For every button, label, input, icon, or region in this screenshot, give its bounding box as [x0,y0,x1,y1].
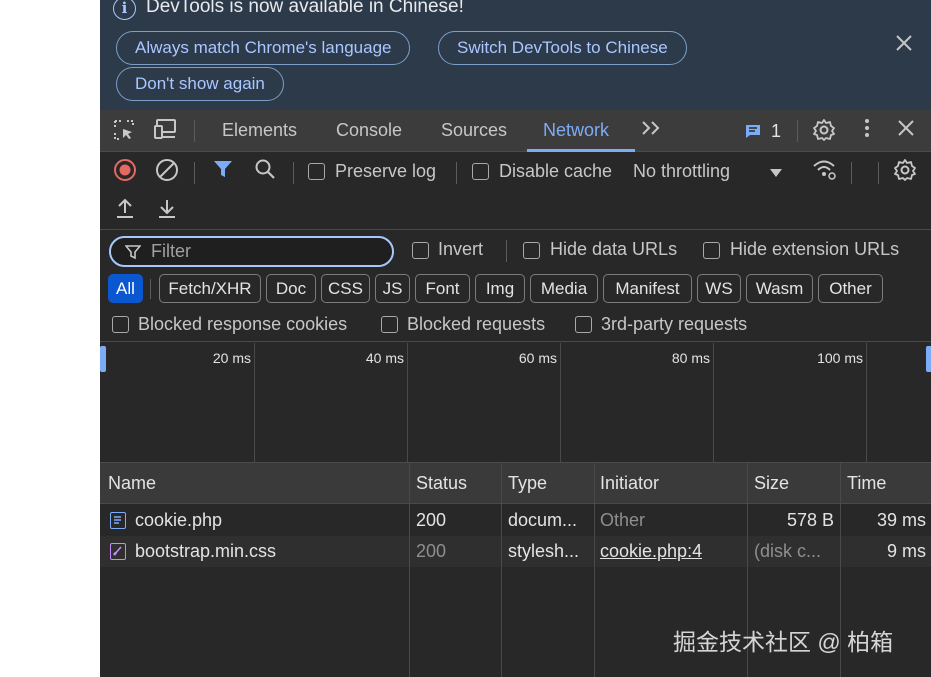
invert-label: Invert [438,239,484,259]
tab-elements[interactable]: Elements [222,110,297,152]
blocked-requests-checkbox[interactable] [381,316,398,333]
column-header-name[interactable]: Name [108,463,156,504]
issues-button[interactable]: 1 [744,118,781,144]
upload-icon[interactable] [111,197,139,225]
timeline-tick-label: 40 ms [365,350,404,366]
device-toolbar-icon[interactable] [152,118,180,144]
timeline-overview[interactable]: 20 ms 40 ms 60 ms 80 ms 100 ms [100,343,931,463]
timeline-left-handle[interactable] [100,346,106,372]
tab-network[interactable]: Network [543,110,609,152]
request-name: cookie.php [135,510,223,530]
type-filter-other[interactable]: Other [818,274,883,303]
clear-icon[interactable] [153,158,181,186]
disable-cache-label: Disable cache [499,161,613,181]
tab-sources[interactable]: Sources [441,110,507,152]
preserve-log-checkbox[interactable] [308,163,325,180]
request-type: stylesh... [508,541,580,561]
column-header-time[interactable]: Time [847,463,886,504]
filter-input[interactable] [151,238,381,265]
filter-funnel-icon [125,245,141,260]
search-icon[interactable] [251,158,279,186]
hide-extension-urls-label: Hide extension URLs [730,239,900,259]
timeline-tick-label: 20 ms [212,350,251,366]
issues-icon [746,125,760,138]
language-infobar: i DevTools is now available in Chinese! … [100,0,931,110]
column-header-type[interactable]: Type [508,463,547,504]
issues-count: 1 [771,121,782,141]
inspect-element-icon[interactable] [110,118,138,144]
always-match-language-button[interactable]: Always match Chrome's language [116,31,411,65]
table-row[interactable]: cookie.php 200 docum... Other 578 B 39 m… [100,505,931,536]
stylesheet-file-icon [110,543,126,560]
document-file-icon [110,512,126,529]
watermark-text: 掘金技术社区 @ 柏箱 [673,629,894,655]
filter-field[interactable] [109,236,394,267]
kebab-menu-icon[interactable] [853,118,881,144]
request-status: 200 [416,510,447,530]
tab-console[interactable]: Console [336,110,402,152]
hide-data-urls-checkbox[interactable] [523,242,540,259]
type-filter-js[interactable]: JS [375,274,410,303]
timeline-tick-label: 60 ms [518,350,557,366]
request-size: (disk c... [754,541,822,561]
type-filter-doc[interactable]: Doc [266,274,316,303]
throttling-select[interactable]: No throttling [633,161,730,182]
request-initiator: Other [600,510,646,530]
request-type: docum... [508,510,578,530]
hide-extension-urls-checkbox[interactable] [703,242,720,259]
download-icon[interactable] [153,197,181,225]
settings-icon[interactable] [810,118,838,144]
preserve-log-label: Preserve log [335,161,437,181]
info-icon: i [113,0,136,20]
record-icon[interactable] [111,158,139,186]
devtools-tabbar: Elements Console Sources Network 1 [100,110,931,152]
column-header-size[interactable]: Size [754,463,789,504]
timeline-right-handle[interactable] [926,346,931,372]
wifi-conditions-icon[interactable] [811,157,839,185]
close-icon[interactable] [892,30,916,56]
network-toolbar: Preserve log Disable cache No throttling [100,152,931,230]
network-settings-icon[interactable] [891,158,919,186]
type-filter-img[interactable]: Img [475,274,525,303]
more-tabs-icon[interactable] [637,118,665,144]
table-row[interactable]: bootstrap.min.css 200 stylesh... cookie.… [100,536,931,567]
type-filter-ws[interactable]: WS [697,274,741,303]
column-header-status[interactable]: Status [416,463,467,504]
disable-cache-checkbox[interactable] [472,163,489,180]
timeline-tick-label: 100 ms [817,350,863,366]
request-time: 39 ms [876,510,926,530]
dont-show-again-button[interactable]: Don't show again [116,67,284,101]
filter-icon[interactable] [209,158,237,186]
hide-data-urls-label: Hide data URLs [550,239,678,259]
type-filter-css[interactable]: CSS [321,274,370,303]
type-filter-all[interactable]: All [108,274,143,303]
blocked-response-cookies-label: Blocked response cookies [138,314,348,334]
type-filter-font[interactable]: Font [415,274,470,303]
third-party-requests-checkbox[interactable] [575,316,592,333]
table-header: Name Status Type Initiator Size Time [100,463,931,504]
request-initiator-link[interactable]: cookie.php:4 [600,536,702,567]
request-name: bootstrap.min.css [135,541,277,561]
third-party-requests-label: 3rd-party requests [601,314,748,334]
column-header-initiator[interactable]: Initiator [600,463,659,504]
request-time: 9 ms [886,541,926,561]
type-filter-fetch-xhr[interactable]: Fetch/XHR [159,274,261,303]
devtools-panel: i DevTools is now available in Chinese! … [100,0,931,677]
type-filter-wasm[interactable]: Wasm [746,274,813,303]
type-filter-media[interactable]: Media [530,274,598,303]
switch-to-chinese-button[interactable]: Switch DevTools to Chinese [438,31,687,65]
request-size: 578 B [786,510,834,530]
close-devtools-icon[interactable] [892,118,920,144]
request-status: 200 [416,541,447,561]
timeline-tick-label: 80 ms [671,350,710,366]
blocked-requests-label: Blocked requests [407,314,546,334]
type-filter-manifest[interactable]: Manifest [603,274,692,303]
infobar-title: DevTools is now available in Chinese! [146,0,464,17]
invert-checkbox[interactable] [412,242,429,259]
blocked-response-cookies-checkbox[interactable] [112,316,129,333]
filter-bar: Invert Hide data URLs Hide extension URL… [100,230,931,342]
chevron-down-icon[interactable] [762,158,790,186]
